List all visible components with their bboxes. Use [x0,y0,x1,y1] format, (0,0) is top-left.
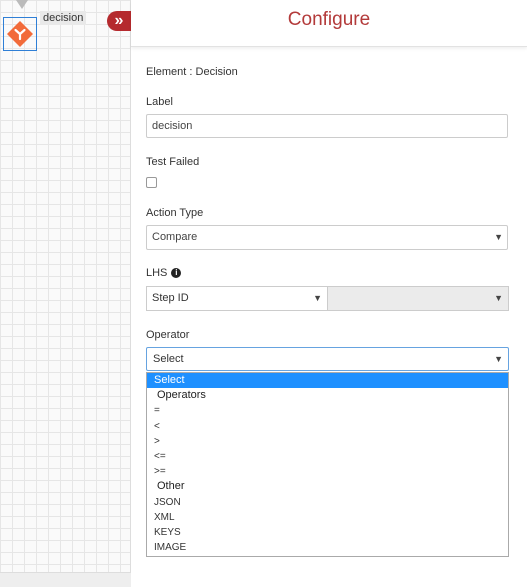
panel-header: Configure [131,0,527,47]
decision-fork-icon[interactable] [7,21,33,47]
dropdown-option-less-than[interactable]: < [147,419,508,434]
operator-label: Operator [146,329,190,341]
panel-title: Configure [287,9,371,30]
dropdown-group-operators: Operators [157,389,206,402]
dropdown-option-greater-than[interactable]: > [147,434,508,449]
action-type-select[interactable]: Compare ▼ [146,225,508,250]
dropdown-option-keys[interactable]: KEYS [147,525,508,540]
operator-select[interactable]: Select ▼ [146,347,509,371]
element-type-text: Element : Decision [146,66,238,78]
dropdown-option-greater-equal[interactable]: >= [147,464,508,479]
lhs-label: LHS [146,267,168,279]
info-circle-icon[interactable]: i [171,268,182,279]
lhs-type-select[interactable]: Step ID ▼ [146,286,328,311]
dropdown-option-less-equal[interactable]: <= [147,449,508,464]
dropdown-option-json[interactable]: JSON [147,495,508,510]
dropdown-group-other: Other [157,480,185,493]
chevron-down-icon: ▼ [494,354,503,364]
chevron-down-icon: ▼ [494,232,503,242]
node-label[interactable]: decision [40,11,87,25]
action-type-value: Compare [152,231,198,243]
dropdown-option-xml[interactable]: XML [147,510,508,525]
lhs-type-value: Step ID [152,292,189,304]
dropdown-option-image[interactable]: IMAGE [147,540,508,555]
operator-dropdown-list[interactable]: Select Operators = < > <= >= Other JSON … [146,372,509,557]
action-type-label: Action Type [146,207,204,219]
test-failed-label: Test Failed [146,156,200,168]
test-failed-checkbox[interactable] [146,177,157,188]
chevron-down-icon: ▼ [494,293,503,303]
connector-arrow-icon [16,0,28,9]
canvas-scrollbar[interactable] [0,572,131,587]
dropdown-option-equals[interactable]: = [147,403,508,418]
dropdown-option-select[interactable]: Select [147,373,508,389]
workflow-canvas[interactable]: decision [0,0,131,587]
lhs-value-select[interactable]: ▼ [328,286,509,311]
label-field-label: Label [146,96,173,108]
chevron-down-icon: ▼ [313,293,322,303]
lhs-label-row: LHS i [146,267,182,279]
double-chevron-right-icon: » [114,12,124,29]
label-input[interactable]: decision [146,114,508,138]
configure-panel: Configure Element : Decision Label decis… [131,0,527,587]
operator-value: Select [153,353,184,365]
collapse-panel-button[interactable]: » [107,11,131,31]
